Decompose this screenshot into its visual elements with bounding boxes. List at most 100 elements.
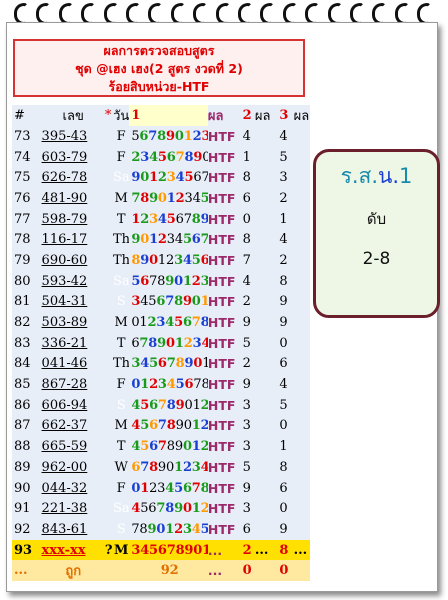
- digit: 2: [200, 397, 208, 413]
- digit: 3: [166, 170, 176, 186]
- row-number[interactable]: 598-79: [39, 208, 105, 230]
- digit: 0: [183, 418, 192, 434]
- row-number[interactable]: 481-90: [39, 188, 105, 209]
- row-result: HTF: [207, 291, 243, 313]
- row-star: [104, 374, 114, 395]
- row-number[interactable]: 395-43: [39, 126, 105, 147]
- card-subtitle: ดับ: [366, 210, 387, 228]
- row-number[interactable]: 116-17: [39, 229, 105, 251]
- digit: 7: [165, 294, 175, 310]
- digit: 4: [182, 252, 192, 268]
- row-result: HTF: [207, 374, 243, 395]
- digit: 7: [200, 232, 208, 248]
- digit: 6: [182, 480, 192, 496]
- digit: 5: [191, 252, 201, 268]
- row-number[interactable]: 221-38: [39, 498, 105, 520]
- row-r2: 0: [279, 498, 294, 520]
- row-r1-spacer: [254, 353, 280, 375]
- row-result: HTF: [207, 270, 243, 292]
- row-index: 79: [12, 250, 40, 271]
- digit: 1: [139, 315, 148, 331]
- row-number[interactable]: 503-89: [39, 312, 105, 333]
- digit: 5: [175, 377, 185, 393]
- digit: 1: [165, 521, 175, 537]
- row-r2-spacer: [293, 415, 310, 437]
- digit: 9: [182, 294, 192, 310]
- digit: 7: [140, 459, 150, 475]
- row-r2: 5: [279, 146, 294, 168]
- row-r1: 9: [242, 477, 255, 499]
- row-index: 82: [12, 312, 40, 333]
- digit: 7: [166, 356, 176, 372]
- row-number[interactable]: 041-46: [39, 353, 105, 375]
- row-r1: 5: [242, 332, 255, 354]
- row-r1: 5: [242, 457, 255, 478]
- digit: 8: [166, 439, 175, 455]
- row-day: T: [113, 208, 130, 230]
- digit: 0: [149, 252, 158, 268]
- row-number[interactable]: 962-00: [39, 457, 105, 478]
- row-number[interactable]: 665-59: [39, 436, 105, 457]
- row-r2: 6: [279, 477, 294, 499]
- row-day: M: [113, 188, 130, 209]
- row-day: Th: [113, 229, 130, 251]
- digit: 6: [157, 356, 167, 372]
- digit: 4: [166, 377, 176, 393]
- row-r1: 8: [242, 167, 255, 189]
- row-r2-spacer: [293, 498, 310, 520]
- row-digits: 890123456: [129, 250, 208, 271]
- digit: 9: [193, 149, 203, 165]
- row-number[interactable]: 843-61: [39, 519, 105, 540]
- digit: 1: [140, 480, 150, 496]
- digit: 9: [149, 190, 158, 206]
- digit: 9: [166, 128, 175, 144]
- row-number[interactable]: 626-78: [39, 167, 105, 189]
- row-number[interactable]: 336-21: [39, 332, 105, 354]
- row-r2-spacer: [293, 291, 310, 313]
- digit: 2: [182, 459, 192, 475]
- row-number[interactable]: 867-28: [39, 374, 105, 395]
- row-r2: 4: [279, 126, 294, 147]
- digit: 4: [191, 521, 201, 537]
- digit: 5: [166, 211, 176, 227]
- row-result: HTF: [207, 332, 243, 354]
- digit: 5: [157, 149, 167, 165]
- row-number[interactable]: 606-94: [39, 394, 105, 416]
- col-header-r2: 3: [279, 105, 294, 126]
- row-r1-spacer: [254, 208, 280, 230]
- table-row: 88 665-59 T 456789012 HTF 3 1: [12, 436, 310, 457]
- digit: 2: [200, 501, 208, 517]
- digit: 5: [182, 232, 192, 248]
- row-number[interactable]: 603-79: [39, 146, 105, 168]
- digit: 1: [149, 170, 158, 186]
- digit: 2: [166, 252, 175, 268]
- digit: 4: [174, 232, 183, 248]
- digit: 2: [174, 521, 183, 537]
- row-number[interactable]: 662-37: [39, 415, 105, 437]
- digit: 8: [200, 315, 208, 331]
- row-digits: 901234567: [129, 229, 208, 251]
- row-r2: 2: [279, 188, 294, 209]
- row-digits: 012345678: [129, 477, 208, 499]
- digit: 6: [149, 397, 158, 413]
- digit: 8: [148, 335, 158, 351]
- current-number[interactable]: xxx-xx: [39, 539, 105, 561]
- digit: 3: [182, 521, 192, 537]
- table-row: 85 867-28 F 012345678 HTF 9 4: [12, 374, 310, 395]
- header-subtitle: ชุด @เฮง เฮง(2 สูตร งวดที่ 2): [75, 61, 243, 76]
- row-r1-spacer: [254, 188, 280, 209]
- digit: 8: [157, 128, 166, 144]
- row-r2-spacer: [293, 188, 310, 209]
- table-row: 77 598-79 T 123456789 HTF 0 1: [12, 208, 310, 230]
- digit: 3: [157, 377, 167, 393]
- row-number[interactable]: 504-31: [39, 291, 105, 313]
- row-r2-spacer: [293, 353, 310, 375]
- row-star: [104, 312, 114, 333]
- row-number[interactable]: 690-60: [39, 250, 105, 271]
- digit: 7: [157, 397, 167, 413]
- row-r1-spacer: [254, 415, 280, 437]
- row-index: 73: [12, 126, 40, 147]
- row-number[interactable]: 593-42: [39, 270, 105, 292]
- digit: 5: [174, 480, 183, 496]
- row-number[interactable]: 044-32: [39, 477, 105, 499]
